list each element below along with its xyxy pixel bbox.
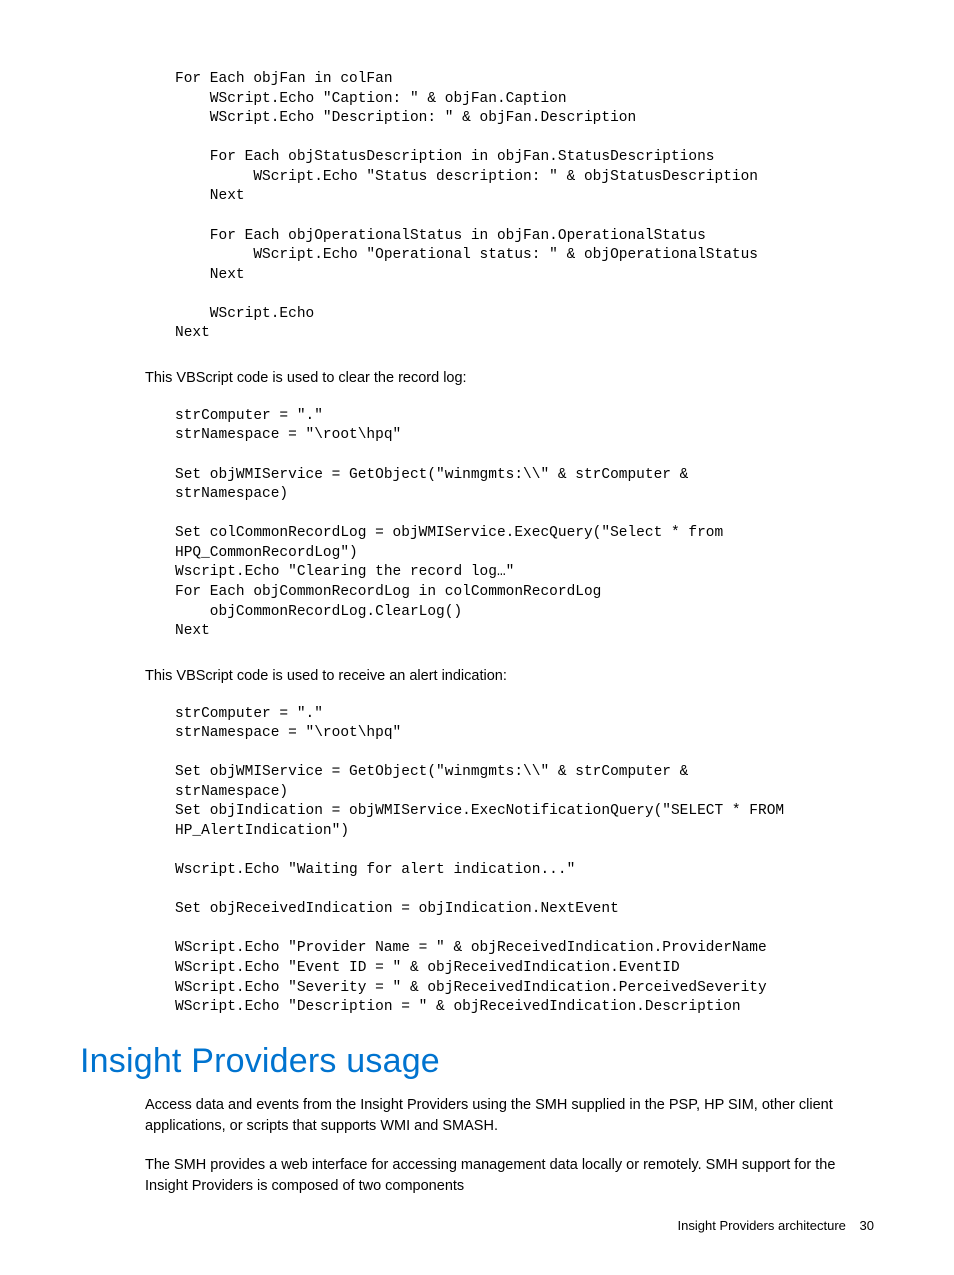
page-footer: Insight Providers architecture 30 (678, 1218, 874, 1233)
paragraph-alert-intro: This VBScript code is used to receive an… (145, 666, 874, 687)
footer-title: Insight Providers architecture (678, 1218, 846, 1233)
paragraph-usage-1: Access data and events from the Insight … (145, 1095, 874, 1137)
paragraph-clear-log-intro: This VBScript code is used to clear the … (145, 368, 874, 389)
document-page: For Each objFan in colFan WScript.Echo "… (0, 0, 954, 1275)
footer-page-number: 30 (860, 1218, 874, 1233)
code-block-fan-loop: For Each objFan in colFan WScript.Echo "… (175, 70, 874, 344)
section-heading-insight-providers-usage: Insight Providers usage (80, 1042, 874, 1081)
code-block-alert-indication: strComputer = "." strNamespace = "\root\… (175, 705, 874, 1018)
paragraph-usage-2: The SMH provides a web interface for acc… (145, 1155, 874, 1197)
code-block-clear-log: strComputer = "." strNamespace = "\root\… (175, 407, 874, 642)
